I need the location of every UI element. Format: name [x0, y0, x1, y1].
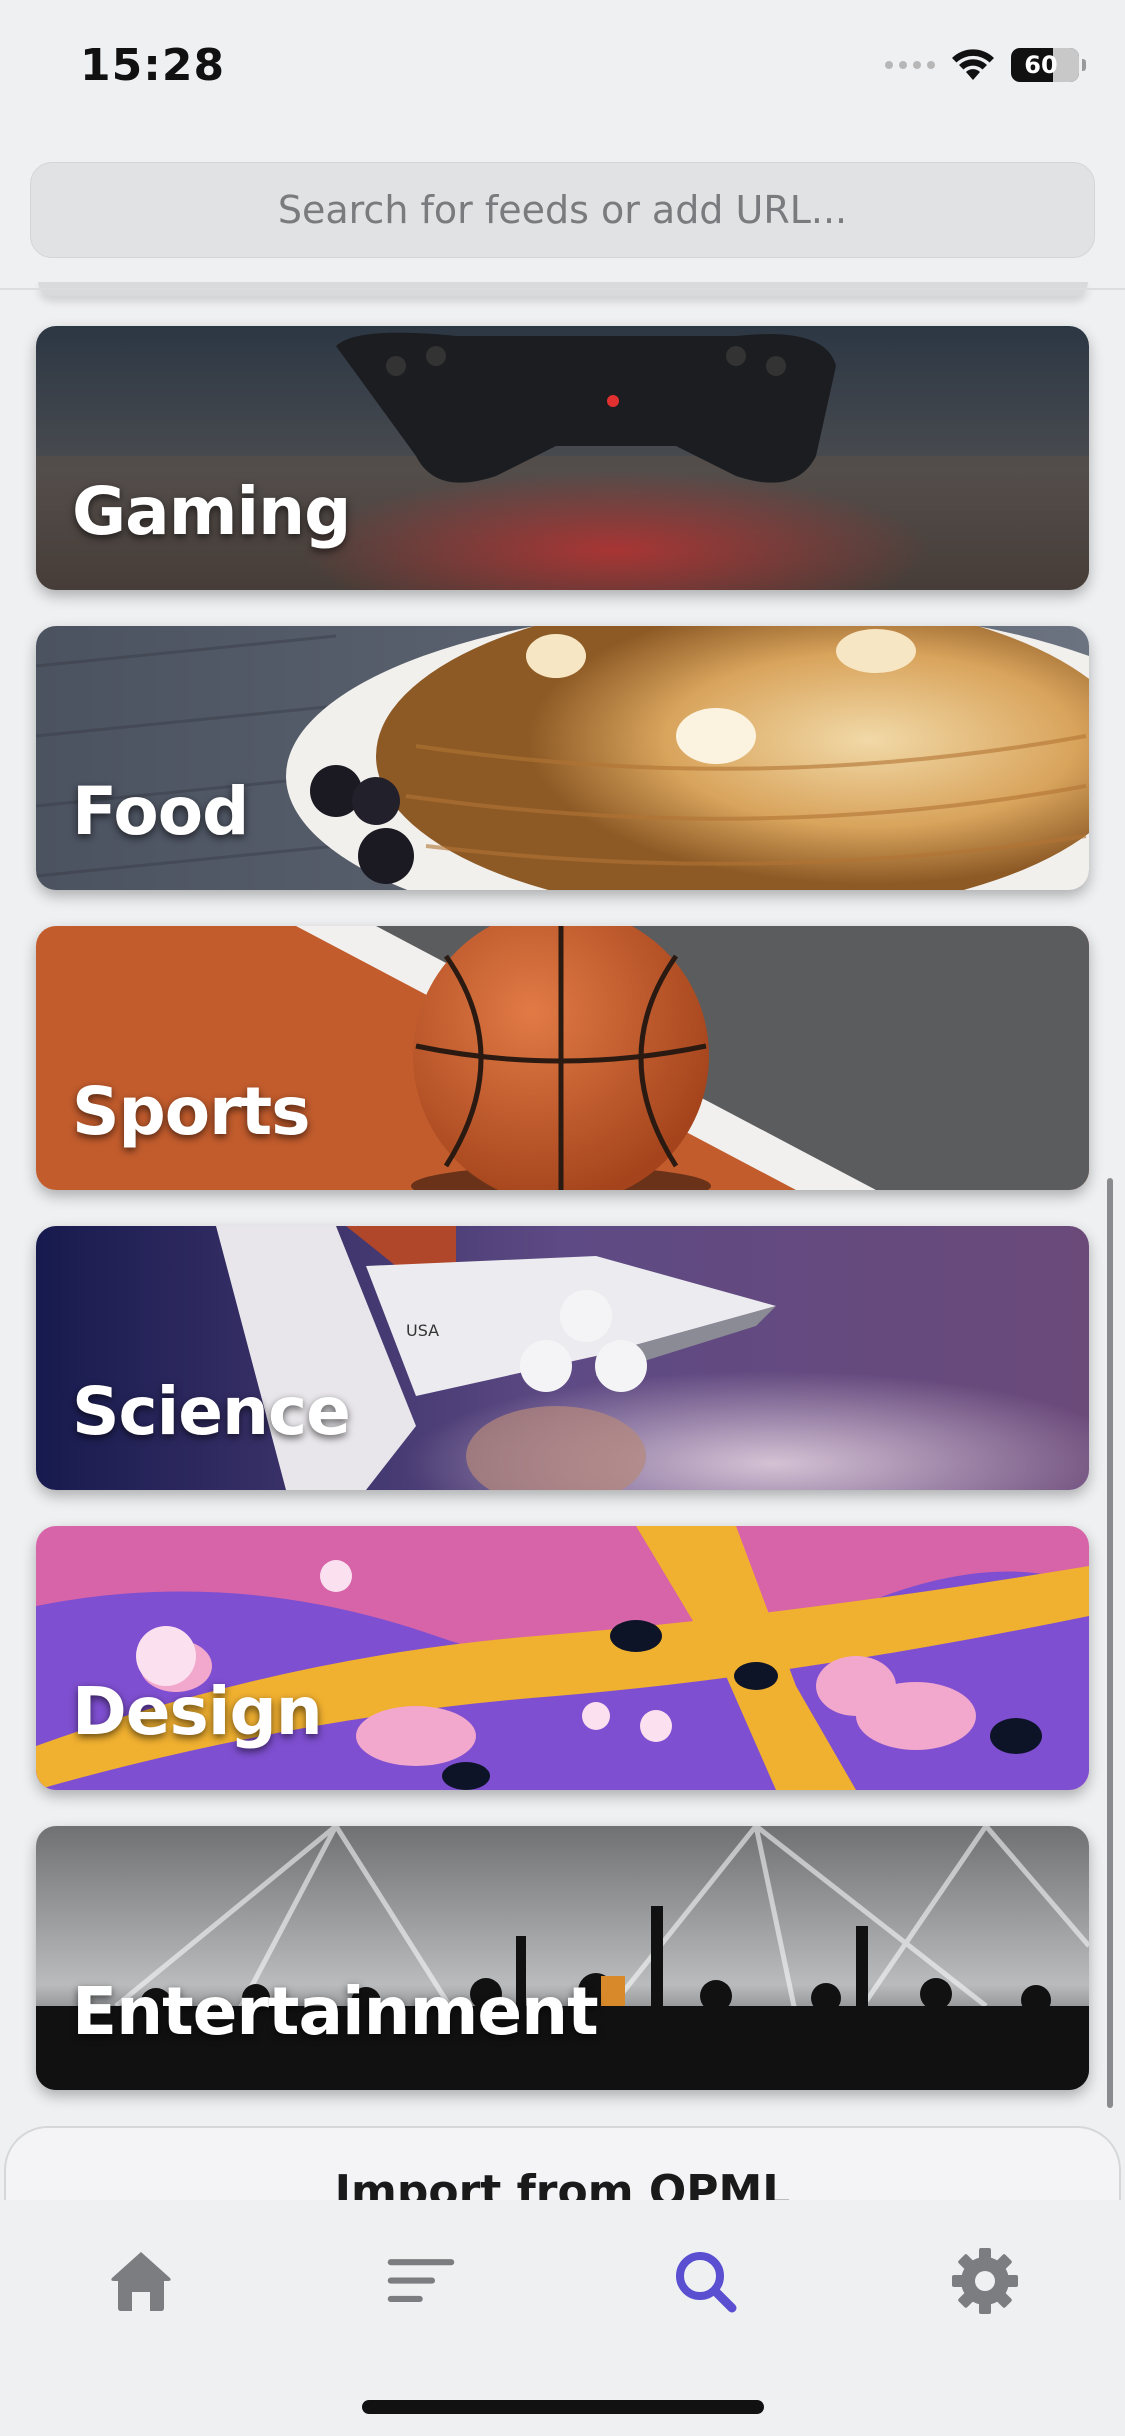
status-time: 15:28 — [80, 40, 226, 91]
tab-search[interactable] — [660, 2236, 750, 2326]
category-label: Gaming — [72, 473, 351, 550]
category-card-food[interactable]: Food — [36, 626, 1089, 890]
tab-feeds[interactable] — [376, 2236, 466, 2326]
category-label: Entertainment — [72, 1973, 599, 2050]
tab-settings[interactable] — [940, 2236, 1030, 2326]
category-label: Sports — [72, 1073, 311, 1150]
science-image: USA — [36, 1226, 1089, 1490]
search-bar[interactable] — [30, 162, 1095, 258]
category-card-sports[interactable]: Sports — [36, 926, 1089, 1190]
search-input[interactable] — [31, 163, 1094, 257]
list-icon — [387, 2259, 455, 2302]
entertainment-image — [36, 1826, 1089, 2090]
category-list: Gaming Food Sports USA Science Design En… — [36, 326, 1089, 2126]
category-card-entertainment[interactable]: Entertainment — [36, 1826, 1089, 2090]
gear-icon — [952, 2248, 1018, 2314]
category-card-gaming[interactable]: Gaming — [36, 326, 1089, 590]
status-bar: 15:28 60 — [0, 0, 1125, 140]
sports-image — [36, 926, 1089, 1190]
scroll-indicator[interactable] — [1107, 1178, 1113, 2108]
category-card-design[interactable]: Design — [36, 1526, 1089, 1790]
search-icon — [676, 2252, 737, 2313]
category-label: Science — [72, 1373, 351, 1450]
tab-home[interactable] — [96, 2236, 186, 2326]
gaming-image — [36, 326, 1089, 590]
design-image — [36, 1526, 1089, 1790]
battery-icon: 60 — [1011, 48, 1086, 82]
home-indicator[interactable] — [362, 2400, 764, 2414]
food-image — [36, 626, 1089, 890]
category-label: Design — [72, 1673, 323, 1750]
category-label: Food — [72, 773, 249, 850]
category-card-science[interactable]: USA Science — [36, 1226, 1089, 1490]
wifi-icon — [952, 49, 994, 80]
header-divider — [0, 288, 1125, 290]
home-icon — [111, 2252, 171, 2311]
battery-level: 60 — [1024, 51, 1058, 79]
svg-text:USA: USA — [406, 1321, 439, 1340]
cellular-signal-icon — [885, 61, 935, 69]
status-indicators: 60 — [885, 48, 1086, 82]
